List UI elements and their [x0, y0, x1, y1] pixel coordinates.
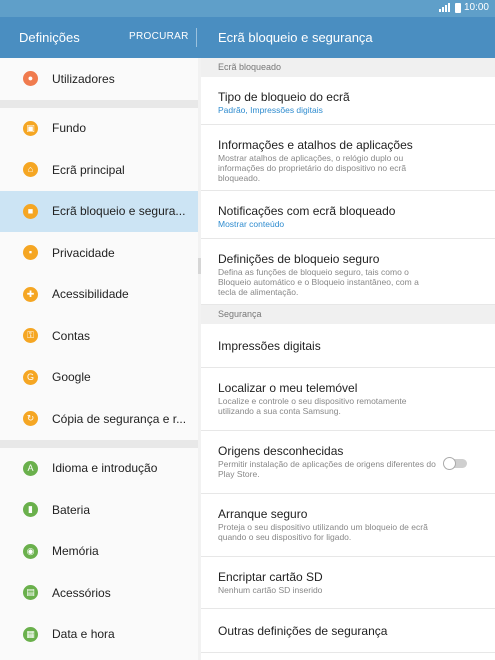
detail-pane: Ecrã bloqueado Tipo de bloqueio do ecrã P…: [201, 58, 495, 660]
sidebar-item[interactable]: ● Utilizadores: [0, 58, 198, 100]
menu-group-users: ● Utilizadores: [0, 58, 198, 100]
group-separator: [0, 99, 198, 108]
row-subtitle: Mostrar conteúdo: [218, 219, 285, 229]
row-subtitle: Defina as funções de bloqueio seguro, ta…: [218, 267, 419, 297]
settings-row[interactable]: Informações e atalhos de aplicações Mostr…: [201, 125, 495, 191]
sidebar-item[interactable]: ▣ Fundo: [0, 108, 198, 150]
app-bar: Definições PROCURAR Ecrã bloqueio e segu…: [0, 17, 495, 58]
sidebar-item-label: Acessórios: [52, 585, 111, 600]
sidebar-item[interactable]: ↻ Cópia de segurança e r...: [0, 398, 198, 440]
sidebar-item[interactable]: ▦ Data e hora: [0, 614, 198, 656]
unknown-sources-toggle[interactable]: [443, 456, 467, 470]
battery-icon: ▮: [23, 502, 38, 518]
row-title: Tipo de bloqueio do ecrã: [218, 90, 350, 104]
row-subtitle: Localize e controle o seu dispositivo re…: [218, 396, 407, 416]
image-icon: ▣: [23, 120, 38, 136]
sidebar-item-label: Google: [52, 370, 91, 385]
row-subtitle: Padrão, Impressões digitais: [218, 105, 323, 115]
users-icon: ●: [23, 71, 38, 87]
search-button[interactable]: PROCURAR: [129, 31, 189, 42]
settings-row[interactable]: Localizar o meu telemóvel Localize e cont…: [201, 368, 495, 431]
home-icon: ⌂: [23, 162, 38, 178]
menu-group-device: ▣ Fundo ⌂ Ecrã principal ■ Ecrã bloqueio e se…: [0, 108, 198, 440]
settings-row[interactable]: Outras definições de segurança: [201, 609, 495, 653]
accessories-icon: ▤: [23, 585, 38, 601]
sidebar-item[interactable]: ▤ Acessórios: [0, 572, 198, 614]
row-subtitle: Proteja o seu dispositivo utilizando um …: [218, 522, 428, 542]
accessibility-icon: ✚: [23, 286, 38, 302]
calendar-icon: ▦: [23, 626, 38, 642]
group-separator: [0, 439, 198, 448]
row-title: Origens desconhecidas: [218, 444, 344, 458]
language-icon: A: [23, 460, 38, 476]
status-bar: 10:00: [0, 0, 495, 17]
status-icons: 10:00: [438, 2, 489, 13]
sidebar-item[interactable]: G Google: [0, 357, 198, 399]
battery-icon: [454, 2, 461, 13]
sidebar-item-label: Privacidade: [52, 245, 115, 260]
sidebar-item[interactable]: ▪ Privacidade: [0, 232, 198, 274]
sidebar-item[interactable]: ◉ Memória: [0, 531, 198, 573]
settings-row[interactable]: Arranque seguro Proteja o seu dispositivo…: [201, 494, 495, 557]
sidebar-item[interactable]: ⌂ Ecrã principal: [0, 149, 198, 191]
memory-icon: ◉: [23, 543, 38, 559]
row-title: Informações e atalhos de aplicações: [218, 138, 413, 152]
toggle-knob: [443, 456, 456, 470]
settings-row[interactable]: Origens desconhecidas Permitir instalação…: [201, 431, 495, 494]
settings-row[interactable]: Definições de bloqueio seguro Defina as f…: [201, 239, 495, 305]
row-title: Arranque seguro: [218, 507, 308, 521]
key-icon: ⚿: [23, 328, 38, 344]
lock-screen-items: Tipo de bloqueio do ecrã Padrão, Impressõ…: [201, 77, 495, 305]
privacy-icon: ▪: [23, 245, 38, 261]
lock-icon: ■: [23, 203, 38, 219]
row-title: Encriptar cartão SD: [218, 570, 323, 584]
signal-icon: [438, 3, 450, 12]
menu-group-system: A Idioma e introdução ▮ Bateria ◉ Memória ▤ Ace…: [0, 448, 198, 656]
sidebar-item-label: Utilizadores: [52, 71, 115, 86]
row-title: Definições de bloqueio seguro: [218, 252, 380, 266]
row-title: Outras definições de segurança: [218, 624, 388, 638]
sidebar-item[interactable]: ■ Ecrã bloqueio e segura...: [0, 190, 198, 232]
sidebar-item[interactable]: A Idioma e introdução: [0, 448, 198, 490]
row-subtitle: Mostrar atalhos de aplicações, o relógio…: [218, 153, 407, 183]
security-items: Impressões digitais Localizar o meu telem…: [201, 324, 495, 653]
settings-menu: ● Utilizadores ▣ Fundo ⌂ Ecrã principal ■ Ecrã…: [0, 58, 198, 660]
settings-row[interactable]: Tipo de bloqueio do ecrã Padrão, Impressõ…: [201, 77, 495, 125]
row-title: Notificações com ecrã bloqueado: [218, 204, 396, 218]
backup-icon: ↻: [23, 411, 38, 427]
settings-row[interactable]: Encriptar cartão SD Nenhum cartão SD inse…: [201, 557, 495, 609]
status-time: 10:00: [463, 2, 489, 13]
sidebar-item-label: Fundo: [52, 121, 87, 136]
sidebar-item-label: Idioma e introdução: [52, 461, 158, 476]
sidebar-item-label: Bateria: [52, 502, 91, 517]
sidebar-item-label: Memória: [52, 544, 99, 559]
settings-row[interactable]: Notificações com ecrã bloqueado Mostrar c…: [201, 191, 495, 239]
settings-row[interactable]: Impressões digitais: [201, 324, 495, 368]
sidebar-item-label: Cópia de segurança e r...: [52, 411, 187, 426]
sidebar-item-label: Acessibilidade: [52, 287, 129, 302]
row-subtitle: Nenhum cartão SD inserido: [218, 585, 323, 595]
sidebar-item[interactable]: ✚ Acessibilidade: [0, 274, 198, 316]
row-title: Impressões digitais: [218, 339, 321, 353]
row-subtitle: Permitir instalação de aplicações de ori…: [218, 459, 436, 479]
sidebar-item-label: Ecrã principal: [52, 162, 125, 177]
sidebar-item[interactable]: ⚿ Contas: [0, 315, 198, 357]
sidebar-item[interactable]: ▮ Bateria: [0, 489, 198, 531]
sidebar-item-label: Data e hora: [52, 627, 115, 642]
settings-title: Definições: [19, 30, 80, 45]
google-icon: G: [23, 369, 38, 385]
appbar-divider: [196, 28, 197, 47]
section-header-security: Segurança: [201, 305, 495, 324]
row-title: Localizar o meu telemóvel: [218, 381, 358, 395]
sidebar-item-label: Ecrã bloqueio e segura...: [52, 204, 186, 219]
sidebar-item-label: Contas: [52, 328, 91, 343]
page-title: Ecrã bloqueio e segurança: [218, 30, 373, 45]
section-header-lock-screen: Ecrã bloqueado: [201, 58, 495, 77]
